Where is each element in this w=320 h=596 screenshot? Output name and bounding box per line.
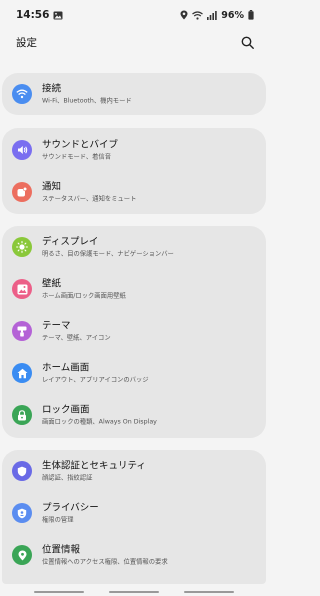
wallpaper-icon [12,279,32,299]
home-icon [12,363,32,383]
item-subtitle: ステータスバー、通知をミュート [42,195,137,203]
item-title: 位置情報 [42,544,81,556]
privacy-icon [12,503,32,523]
nav-bar-home[interactable] [109,591,159,593]
settings-item-lock-screen[interactable]: ロック画面 画面ロックの種類、Always On Display [2,394,266,436]
item-title: 壁紙 [42,278,62,290]
item-subtitle: 権限の管理 [42,516,74,524]
status-time: 14:56 [16,9,50,21]
settings-item-sound[interactable]: サウンドとバイブ サウンドモード、着信音 [2,129,266,171]
item-title: テーマ [42,320,71,332]
page-title: 設定 [16,36,37,49]
item-subtitle: 画面ロックの種類、Always On Display [42,418,157,426]
settings-group-sound: サウンドとバイブ サウンドモード、着信音 通知 ステータスバー、通知をミュート [2,128,266,214]
app-header: 設定 [0,30,268,54]
item-subtitle: サウンドモード、着信音 [42,153,112,161]
location-status-icon [180,10,188,20]
settings-item-wallpaper[interactable]: 壁紙 ホーム画面/ロック画面用壁紙 [2,268,266,310]
item-subtitle: 顔認証、指紋認証 [42,474,93,482]
item-subtitle: レイアウト、アプリアイコンのバッジ [42,376,149,384]
search-icon[interactable] [241,36,254,49]
item-title: ホーム画面 [42,362,90,374]
item-subtitle: 明るさ、目の保護モード、ナビゲーションバー [42,250,174,258]
gallery-notification-icon [53,11,63,20]
brightness-icon [12,237,32,257]
nav-bar-back[interactable] [184,591,234,593]
item-title: ディスプレイ [42,236,99,248]
item-title: 生体認証とセキュリティ [42,460,146,472]
wifi-icon [12,84,32,104]
battery-percent: 96% [221,9,244,21]
settings-item-connections[interactable]: 接続 Wi-Fi、Bluetooth、機内モード [2,73,266,115]
shield-icon [12,461,32,481]
settings-item-themes[interactable]: テーマ テーマ、壁紙、アイコン [2,310,266,352]
status-bar: 14:56 96% [0,0,268,30]
item-title: ロック画面 [42,404,90,416]
theme-icon [12,321,32,341]
settings-group-connections: 接続 Wi-Fi、Bluetooth、機内モード [2,73,266,115]
notification-icon [12,182,32,202]
settings-item-notifications[interactable]: 通知 ステータスバー、通知をミュート [2,171,266,213]
lock-icon [12,405,32,425]
item-title: 接続 [42,83,62,95]
item-subtitle: Wi-Fi、Bluetooth、機内モード [42,97,132,105]
signal-icon [207,10,217,20]
item-subtitle: テーマ、壁紙、アイコン [42,334,111,342]
settings-item-display[interactable]: ディスプレイ 明るさ、目の保護モード、ナビゲーションバー [2,226,266,268]
item-title: 通知 [42,181,62,193]
nav-bar-recents[interactable] [34,591,84,593]
wifi-status-icon [192,10,204,20]
settings-group-display: ディスプレイ 明るさ、目の保護モード、ナビゲーションバー 壁紙 ホーム画面/ロッ… [2,226,266,438]
item-title: プライバシー [42,502,99,514]
settings-item-location[interactable]: 位置情報 位置情報へのアクセス権限、位置情報の要求 [2,534,266,576]
item-title: サウンドとバイブ [42,139,119,151]
volume-icon [12,140,32,160]
item-subtitle: ホーム画面/ロック画面用壁紙 [42,292,126,300]
settings-item-biometrics[interactable]: 生体認証とセキュリティ 顔認証、指紋認証 [2,450,266,492]
location-icon [12,545,32,565]
settings-item-privacy[interactable]: プライバシー 権限の管理 [2,492,266,534]
settings-group-security: 生体認証とセキュリティ 顔認証、指紋認証 プライバシー 権限の管理 位置情報 位… [2,450,266,584]
battery-icon [248,10,254,20]
item-subtitle: 位置情報へのアクセス権限、位置情報の要求 [42,558,168,566]
settings-item-home-screen[interactable]: ホーム画面 レイアウト、アプリアイコンのバッジ [2,352,266,394]
